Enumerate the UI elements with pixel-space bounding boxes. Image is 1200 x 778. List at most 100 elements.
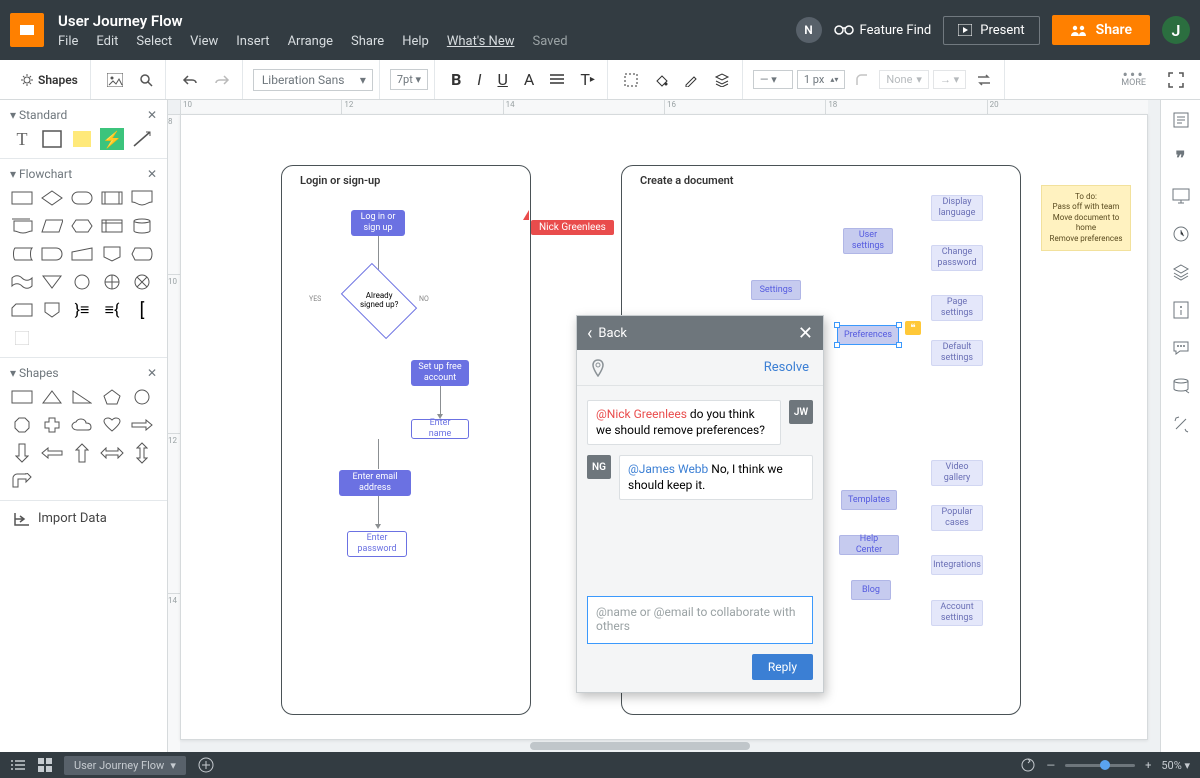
arrow-start-select[interactable]: None ▾	[879, 70, 929, 89]
node-change-pw[interactable]: Change password	[931, 245, 983, 271]
fc-connector[interactable]	[70, 271, 94, 293]
section-shapes[interactable]: Shapes	[19, 366, 59, 380]
fc-database[interactable]	[130, 215, 154, 237]
collaborator-badge[interactable]: N	[796, 17, 822, 43]
sh-triangle[interactable]	[40, 386, 64, 408]
note-shape[interactable]	[70, 128, 94, 150]
node-user-settings[interactable]: User settings	[843, 228, 893, 254]
resolve-button[interactable]: Resolve	[764, 360, 809, 375]
fc-terminal[interactable]	[70, 187, 94, 209]
node-blog[interactable]: Blog	[851, 580, 891, 600]
fc-process[interactable]	[10, 187, 34, 209]
menu-select[interactable]: Select	[136, 34, 172, 49]
fc-offpage2[interactable]	[40, 299, 64, 321]
sh-pentagon[interactable]	[100, 386, 124, 408]
canvas[interactable]: Login or sign-up Create a document Log i…	[180, 114, 1148, 740]
node-entername[interactable]: Enter name	[411, 419, 469, 439]
sh-arrow-lr[interactable]	[100, 442, 124, 464]
node-login[interactable]: Log in or sign up	[351, 210, 405, 236]
zoom-slider[interactable]	[1065, 764, 1135, 767]
node-video-gallery[interactable]: Video gallery	[931, 460, 983, 486]
zoom-in-button[interactable]: +	[1145, 759, 1151, 772]
menu-whats-new[interactable]: What's New	[447, 34, 515, 49]
pencil-button[interactable]	[678, 69, 704, 91]
sh-arrow-d[interactable]	[10, 442, 34, 464]
rail-info[interactable]	[1169, 298, 1193, 322]
menu-arrange[interactable]: Arrange	[288, 34, 333, 49]
bolt-shape[interactable]: ⚡	[100, 128, 124, 150]
fc-offpage[interactable]	[100, 243, 124, 265]
menu-edit[interactable]: Edit	[96, 34, 118, 49]
search-button[interactable]	[133, 69, 159, 91]
undo-button[interactable]	[176, 70, 204, 90]
fc-display[interactable]	[130, 243, 154, 265]
fc-swatch[interactable]	[10, 327, 34, 349]
rect-shape[interactable]	[40, 128, 64, 150]
rail-quote[interactable]: ❞	[1169, 146, 1193, 170]
app-logo[interactable]	[10, 13, 44, 47]
node-decision[interactable]: Already signed up?	[347, 279, 411, 323]
image-button[interactable]	[101, 69, 129, 91]
fc-delay[interactable]	[40, 243, 64, 265]
present-button[interactable]: Present	[943, 16, 1039, 45]
fc-card[interactable]	[10, 299, 34, 321]
line-corner-button[interactable]	[849, 69, 875, 91]
arrow-end-select[interactable]: → ▾	[933, 70, 966, 89]
redo-button[interactable]	[208, 70, 236, 90]
text-shape[interactable]: T	[10, 128, 34, 150]
zoom-out-button[interactable]: —	[1046, 759, 1055, 772]
menu-view[interactable]: View	[190, 34, 218, 49]
list-view-button[interactable]	[10, 759, 26, 771]
import-data-button[interactable]: Import Data	[0, 501, 167, 536]
node-account-settings[interactable]: Account settings	[931, 600, 983, 626]
fc-data[interactable]	[40, 215, 64, 237]
menu-file[interactable]: File	[58, 34, 78, 49]
sh-arrow-bend[interactable]	[10, 470, 34, 492]
node-enterpass[interactable]: Enter password	[347, 531, 407, 557]
node-preferences[interactable]: Preferences	[837, 325, 899, 345]
underline-button[interactable]: U	[492, 66, 514, 93]
sh-arrow-l[interactable]	[40, 442, 64, 464]
shapes-toggle[interactable]: Shapes	[14, 69, 84, 91]
fc-decision[interactable]	[40, 187, 64, 209]
reply-button[interactable]: Reply	[752, 654, 813, 680]
node-default-settings[interactable]: Default settings	[931, 340, 983, 366]
comment-close-button[interactable]: ✕	[798, 323, 813, 344]
text-color-button[interactable]: A	[518, 66, 540, 93]
more-button[interactable]: ••• MORE	[1111, 72, 1156, 88]
user-avatar[interactable]: J	[1162, 16, 1190, 44]
canvas-area[interactable]: « 101214161820 8101214 Login or sign-up …	[168, 100, 1160, 752]
fc-stored[interactable]	[10, 243, 34, 265]
rail-layers[interactable]	[1169, 260, 1193, 284]
sh-octagon[interactable]	[10, 414, 34, 436]
close-section-standard[interactable]: ✕	[147, 108, 157, 122]
layers-button[interactable]	[708, 69, 736, 91]
sh-cross[interactable]	[40, 414, 64, 436]
section-flowchart[interactable]: Flowchart	[19, 167, 72, 181]
sh-arrow-ud[interactable]	[130, 442, 154, 464]
container-login[interactable]: Login or sign-up	[281, 165, 531, 715]
fc-or[interactable]	[100, 271, 124, 293]
sync-button[interactable]	[1020, 757, 1036, 773]
page-tab[interactable]: User Journey Flow▾	[64, 756, 186, 775]
zoom-level[interactable]: 50% ▾	[1161, 759, 1190, 772]
fc-bracket[interactable]: [	[130, 299, 154, 321]
menu-insert[interactable]: Insert	[236, 34, 269, 49]
fc-tape[interactable]	[10, 271, 34, 293]
feature-find-button[interactable]: Feature Find	[834, 23, 932, 38]
italic-button[interactable]: I	[471, 66, 487, 93]
sh-circle[interactable]	[130, 386, 154, 408]
menu-help[interactable]: Help	[402, 34, 429, 49]
add-page-button[interactable]	[198, 757, 214, 773]
close-section-flowchart[interactable]: ✕	[147, 167, 157, 181]
text-options-button[interactable]: T▸	[574, 66, 601, 93]
node-settings[interactable]: Settings	[751, 280, 801, 300]
sh-arrow-r[interactable]	[130, 414, 154, 436]
fc-sum[interactable]	[130, 271, 154, 293]
document-title[interactable]: User Journey Flow	[58, 12, 796, 30]
section-standard[interactable]: Standard	[19, 108, 67, 122]
sh-cloud[interactable]	[70, 414, 94, 436]
fc-document[interactable]	[130, 187, 154, 209]
rail-present[interactable]	[1169, 184, 1193, 208]
node-page-settings[interactable]: Page settings	[931, 295, 983, 321]
